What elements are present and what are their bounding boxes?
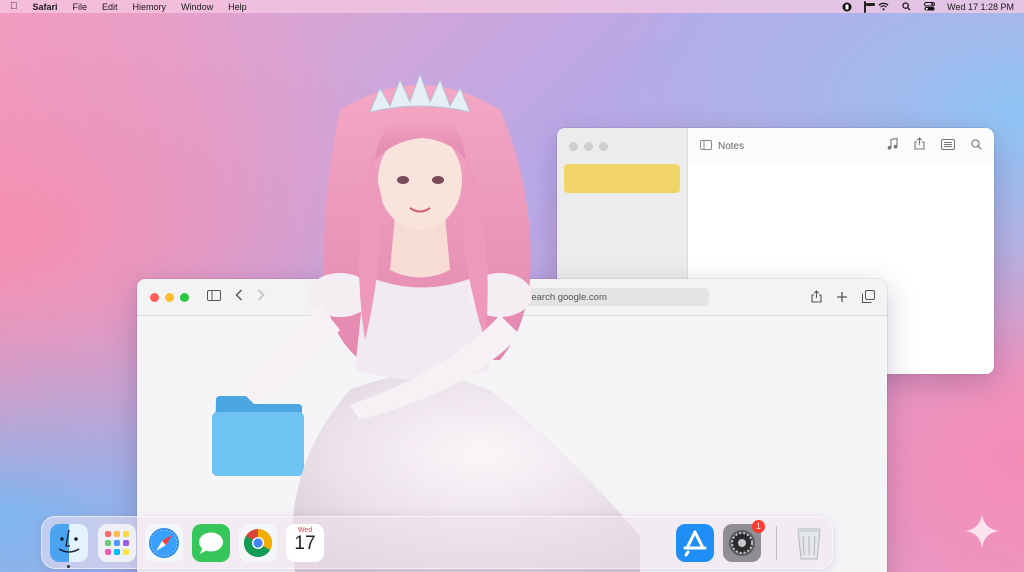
menu-window[interactable]: Window xyxy=(181,2,213,12)
settings-badge: 1 xyxy=(752,520,765,533)
dock: Wed 17 1 xyxy=(41,516,833,569)
menu-hiemory[interactable]: Hiemory xyxy=(133,2,167,12)
calendar-icon[interactable]: Wed 17 xyxy=(286,524,324,562)
settings-icon[interactable]: 1 xyxy=(723,520,765,562)
sidebar-toggle-icon[interactable] xyxy=(700,139,712,153)
notes-toolbar: Notes xyxy=(688,128,994,164)
menu-help[interactable]: Help xyxy=(228,2,247,12)
menu-bar:  Safari File Edit Hiemory Window Help W… xyxy=(0,0,1024,13)
spotlight-search-icon[interactable] xyxy=(901,2,912,11)
tab-overview-icon[interactable] xyxy=(862,290,875,308)
calendar-day: 17 xyxy=(294,533,316,554)
princess-figure-illustration xyxy=(240,72,640,572)
menu-app-name[interactable]: Safari xyxy=(33,2,58,12)
battery-icon[interactable] xyxy=(864,0,867,13)
safari-minimize-button[interactable] xyxy=(165,292,174,302)
launchpad-icon[interactable] xyxy=(98,524,136,562)
safari-zoom-button[interactable] xyxy=(180,292,189,302)
app-store-icon[interactable] xyxy=(676,524,714,562)
safari-window-controls xyxy=(150,292,189,302)
finder-icon[interactable] xyxy=(50,524,88,562)
share-icon[interactable] xyxy=(914,137,925,155)
safari-icon[interactable] xyxy=(145,524,183,562)
menu-edit[interactable]: Edit xyxy=(102,2,118,12)
control-center-icon[interactable] xyxy=(924,2,936,11)
trash-icon[interactable] xyxy=(790,524,828,562)
notes-search-icon[interactable] xyxy=(971,137,982,155)
new-tab-plus-icon[interactable] xyxy=(836,290,848,308)
safari-close-button[interactable] xyxy=(150,292,159,302)
wifi-icon[interactable] xyxy=(878,2,889,11)
menu-clock[interactable]: Wed 17 1:28 PM xyxy=(947,2,1014,12)
status-app-icon[interactable] xyxy=(841,2,852,11)
chrome-icon[interactable] xyxy=(239,524,277,562)
gallery-view-icon[interactable] xyxy=(941,137,955,155)
safari-share-icon[interactable] xyxy=(811,290,822,308)
sparkle-watermark-icon xyxy=(965,514,999,548)
menu-file[interactable]: File xyxy=(73,2,88,12)
apple-menu-icon[interactable]:  xyxy=(10,1,18,12)
messages-icon[interactable] xyxy=(192,524,230,562)
notes-title: Notes xyxy=(718,140,745,152)
finder-running-indicator xyxy=(67,565,70,568)
music-note-icon[interactable] xyxy=(887,137,898,155)
dock-separator xyxy=(776,526,777,560)
